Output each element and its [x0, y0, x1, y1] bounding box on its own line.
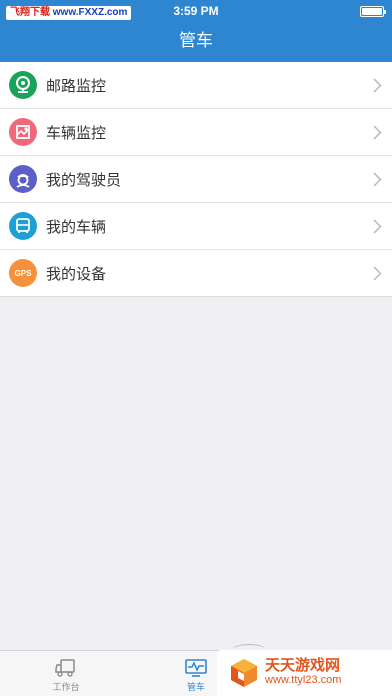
- menu-item-label: 邮路监控: [46, 76, 107, 95]
- menu-item-label: 车辆监控: [46, 123, 107, 142]
- chevron-right-icon: [373, 266, 382, 281]
- tab-bar: 工作台 管车 天天游戏网 www.ttyl23.com: [0, 644, 392, 696]
- menu-item-my-drivers[interactable]: 我的驾驶员: [0, 156, 392, 203]
- menu-item-label: 我的车辆: [46, 217, 107, 236]
- driver-icon: [9, 165, 37, 193]
- chevron-right-icon: [373, 125, 382, 140]
- gps-icon-text: GPS: [14, 268, 32, 278]
- bus-icon: [9, 212, 37, 240]
- menu-item-my-vehicles[interactable]: 我的车辆: [0, 203, 392, 250]
- chevron-right-icon: [373, 219, 382, 234]
- nav-header: 飞翔下载 www.FXXZ.com 3:59 PM 管车: [0, 0, 392, 62]
- menu-item-postal-route-monitor[interactable]: 邮路监控: [0, 62, 392, 109]
- menu-list: 邮路监控 车辆监控 我的驾驶员 我的车辆 GPS 我的设备: [0, 62, 392, 297]
- page-title: 管车: [179, 31, 213, 51]
- webcam-icon: [9, 71, 37, 99]
- battery-icon: [360, 6, 386, 17]
- chevron-right-icon: [373, 172, 382, 187]
- monitor-icon: [185, 659, 207, 677]
- site-watermark: 天天游戏网 www.ttyl23.com: [217, 650, 392, 696]
- menu-item-label: 我的设备: [46, 264, 107, 283]
- tab-label: 工作台: [52, 683, 80, 693]
- gps-device-icon: GPS: [9, 259, 37, 287]
- menu-item-vehicle-monitor[interactable]: 车辆监控: [0, 109, 392, 156]
- chevron-right-icon: [373, 78, 382, 93]
- status-time: 3:59 PM: [173, 4, 219, 18]
- truck-icon: [55, 659, 75, 677]
- tab-workbench[interactable]: 工作台: [31, 651, 101, 696]
- menu-item-label: 我的驾驶员: [46, 170, 122, 189]
- map-icon: [9, 118, 37, 146]
- cube-logo-icon: [231, 659, 257, 687]
- site-name: 天天游戏网: [265, 656, 341, 674]
- site-url: www.ttyl23.com: [265, 674, 342, 686]
- menu-item-my-devices[interactable]: GPS 我的设备: [0, 250, 392, 297]
